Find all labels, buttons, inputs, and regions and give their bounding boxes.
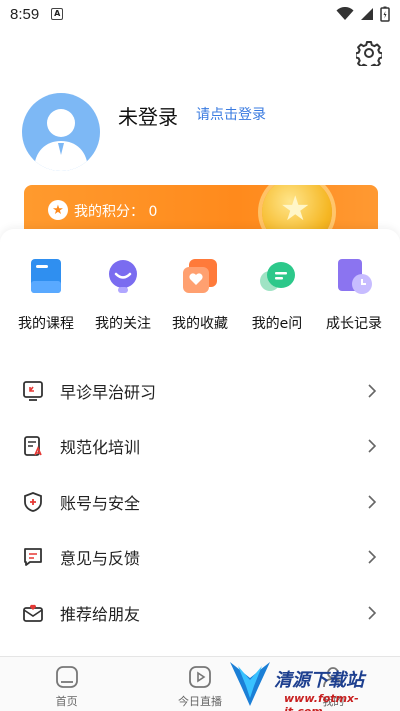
quick-item-e-question[interactable]: 我的e问 [239,257,315,333]
favorites-icon [183,259,217,293]
watermark-emblem-icon [230,662,270,706]
wifi-icon [336,7,354,20]
avatar[interactable] [22,93,100,171]
menu-item-label: 规范化培训 [60,438,141,458]
quick-item-courses[interactable]: 我的课程 [8,257,84,333]
menu-item-early-diagnosis[interactable]: 早诊早治研习 [0,363,400,419]
quick-item-label: 成长记录 [326,316,382,332]
quick-actions: 我的课程 我的关注 我的收藏 我的e问 成长记录 [0,257,400,333]
quick-item-label: 我的收藏 [172,316,228,332]
profile-header[interactable]: 未登录 请点击登录 [22,93,266,171]
watermark-text: 清源下载站 [274,670,364,691]
points-star-icon: ★ [48,200,68,220]
tab-home[interactable]: 首页 [0,657,133,711]
quick-item-growth[interactable]: 成长记录 [316,257,392,333]
status-bar: 8:59 A [0,0,400,28]
quick-item-label: 我的e问 [251,316,303,332]
menu-item-feedback[interactable]: 意见与反馈 [0,530,400,586]
feedback-icon [24,548,42,567]
menu-item-label: 意见与反馈 [60,549,141,569]
share-envelope-icon [23,604,43,622]
chevron-right-icon [368,495,377,509]
login-link[interactable]: 请点击登录 [196,104,266,124]
menu-item-recommend[interactable]: 推荐给朋友 [0,585,400,641]
status-time: 8:59 [10,5,40,23]
chevron-right-icon [368,550,377,564]
chevron-right-icon [368,384,377,398]
menu-item-account-security[interactable]: 账号与安全 [0,474,400,530]
settings-gear-icon[interactable] [356,40,382,66]
growth-record-icon [338,259,372,294]
live-play-icon [189,666,211,688]
quick-item-label: 我的课程 [18,316,74,332]
quick-item-favorites[interactable]: 我的收藏 [162,257,238,333]
chevron-right-icon [368,439,377,453]
tab-label: 首页 [55,695,78,708]
watermark-url: www.fotmx-it.com [284,692,359,711]
menu-list: 早诊早治研习 规范化培训 账号与安全 意见与反馈 推荐给朋友 [0,363,400,641]
tab-label: 今日直播 [177,695,222,708]
username-label: 未登录 [118,105,178,129]
screen-study-icon [23,380,43,401]
e-question-icon [260,262,295,291]
notification-icon: A [51,8,64,20]
courses-icon [31,259,61,293]
chevron-right-icon [368,606,377,620]
main-panel: 我的课程 我的关注 我的收藏 我的e问 成长记录 早诊早治研习 规范化培训 账号… [0,229,400,659]
menu-item-label: 早诊早治研习 [60,382,157,402]
default-user-icon [34,109,88,171]
quick-item-follow[interactable]: 我的关注 [85,257,161,333]
home-icon [55,666,78,688]
watermark-logo: 清源下载站 www.fotmx-it.com [228,658,378,711]
signal-icon [361,8,373,20]
follow-icon [109,260,137,293]
menu-item-label: 账号与安全 [60,493,141,513]
battery-icon [380,6,390,22]
quick-item-label: 我的关注 [95,316,151,332]
points-value: 0 [148,204,158,220]
training-doc-icon [24,436,42,457]
menu-item-label: 推荐给朋友 [60,604,141,624]
shield-icon [24,491,42,512]
points-label: 我的积分： 0 [74,204,158,220]
menu-item-standard-training[interactable]: 规范化培训 [0,419,400,475]
